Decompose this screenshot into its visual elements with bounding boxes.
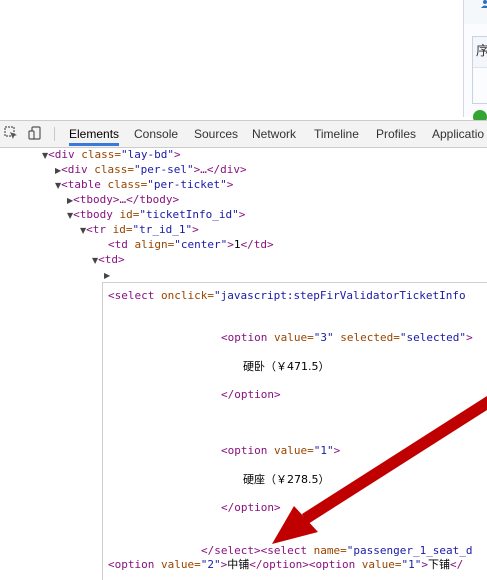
option-1-close: </option> bbox=[221, 501, 281, 514]
tab-application[interactable]: Applicatio bbox=[432, 127, 484, 141]
tree-node-per-sel[interactable]: ▶<div class="per-sel">…</div> bbox=[55, 162, 247, 178]
tree-node-per-ticket[interactable]: ▼<table class="per-ticket"> bbox=[55, 177, 233, 193]
select-close-line: </select><select name="passenger_1_seat_… bbox=[201, 544, 473, 557]
device-mode-icon[interactable] bbox=[28, 126, 42, 140]
webpage-area: 序 bbox=[0, 0, 487, 124]
tab-profiles[interactable]: Profiles bbox=[376, 127, 416, 141]
toolbar-separator bbox=[54, 127, 55, 141]
option-3-text: 硬卧（￥471.5） bbox=[243, 360, 330, 373]
active-tab-indicator bbox=[69, 143, 119, 146]
tree-node-td-center[interactable]: <td align="center">1</td> bbox=[108, 237, 274, 252]
tab-timeline[interactable]: Timeline bbox=[314, 127, 359, 141]
tree-node-child[interactable]: ▶ bbox=[104, 267, 110, 283]
tree-node-td[interactable]: ▼<td> bbox=[92, 252, 125, 268]
ticket-panel: 序 bbox=[463, 0, 487, 117]
berth-options-line: <option value="2">中铺</option><option val… bbox=[108, 558, 464, 571]
tab-console[interactable]: Console bbox=[134, 127, 178, 141]
tab-sources[interactable]: Sources bbox=[194, 127, 238, 141]
select-open-line: <select onclick="javascript:stepFirValid… bbox=[108, 289, 466, 302]
devtools-toolbar: Elements Console Sources Network Timelin… bbox=[0, 120, 487, 148]
ticket-table: 序 bbox=[472, 36, 487, 104]
html-edit-box[interactable]: <select onclick="javascript:stepFirValid… bbox=[102, 282, 487, 580]
inspect-element-icon[interactable] bbox=[4, 126, 18, 140]
option-3-line: <option value="3" selected="selected"> bbox=[221, 331, 473, 344]
table-header-seq: 序 bbox=[473, 37, 487, 68]
option-1-line: <option value="1"> bbox=[221, 444, 341, 457]
tree-node-tbody[interactable]: ▶<tbody>…</tbody> bbox=[67, 192, 179, 208]
option-3-close: </option> bbox=[221, 388, 281, 401]
tree-node-tr[interactable]: ▼<tr id="tr_id_1"> bbox=[80, 222, 199, 238]
person-icon bbox=[481, 0, 487, 8]
tab-elements[interactable]: Elements bbox=[69, 127, 119, 141]
expand-triangle-icon[interactable]: ▶ bbox=[104, 271, 110, 280]
option-1-text: 硬座（￥278.5） bbox=[243, 473, 330, 486]
panel-topbar bbox=[464, 0, 487, 24]
tree-node-lay-bd[interactable]: ▼<div class="lay-bd"> bbox=[42, 147, 181, 163]
tree-node-ticketinfo[interactable]: ▼<tbody id="ticketInfo_id"> bbox=[67, 207, 245, 223]
tab-network[interactable]: Network bbox=[252, 127, 296, 141]
